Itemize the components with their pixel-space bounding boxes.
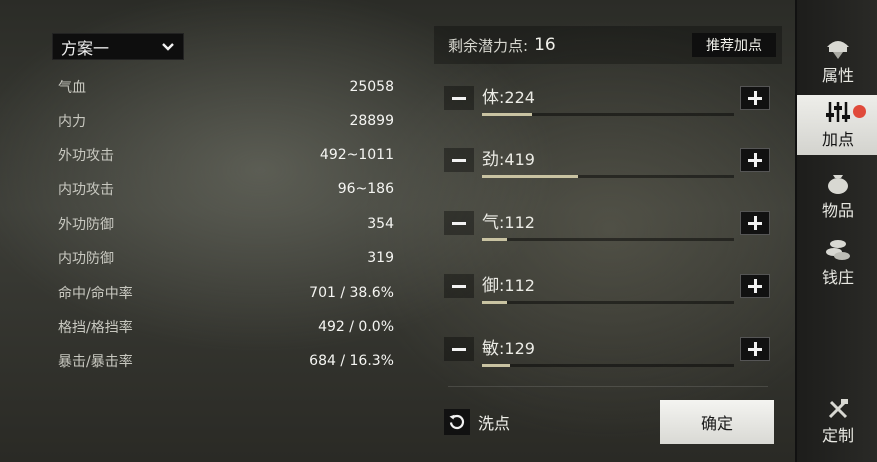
stat-row-int-defense: 内功防御 319 <box>58 246 394 270</box>
sidebar-item-items[interactable]: 物品 <box>797 165 877 225</box>
attribute-value: 112 <box>504 276 535 295</box>
attribute-name: 体 <box>482 88 499 108</box>
stat-value: 96~186 <box>337 181 394 197</box>
attribute-row-jin: 劲:419 <box>444 148 770 188</box>
plus-button[interactable] <box>740 274 770 298</box>
stat-label: 气血 <box>58 80 86 96</box>
attribute-row-ti: 体:224 <box>444 86 770 126</box>
chevron-down-icon <box>162 42 174 51</box>
sidebar-item-customize[interactable]: 定制 <box>797 392 877 452</box>
plus-button[interactable] <box>740 148 770 172</box>
minus-button[interactable] <box>444 337 474 361</box>
stats-panel: 方案一 气血 25058 内力 28899 外功攻击 492~1011 内功攻击… <box>0 0 420 462</box>
plan-dropdown[interactable]: 方案一 <box>52 33 184 60</box>
reset-icon <box>444 409 470 435</box>
attribute-bar <box>482 113 734 116</box>
attribute-value: 419 <box>504 150 535 169</box>
sliders-icon <box>826 102 850 122</box>
minus-button[interactable] <box>444 274 474 298</box>
attribute-value: 224 <box>504 88 535 107</box>
stat-label: 内力 <box>58 114 86 130</box>
tools-icon <box>828 399 848 419</box>
attribute-bar <box>482 175 734 178</box>
plus-button[interactable] <box>740 337 770 361</box>
attribute-bar-fill <box>482 238 508 241</box>
sidebar-item-attributes[interactable]: 属性 <box>797 30 877 90</box>
stat-row-mp: 内力 28899 <box>58 109 394 133</box>
attribute-name: 气 <box>482 213 499 233</box>
minus-button[interactable] <box>444 86 474 110</box>
recommend-button[interactable]: 推荐加点 <box>692 33 776 57</box>
stat-label: 外功攻击 <box>58 148 114 164</box>
sidebar-item-label: 物品 <box>821 201 854 220</box>
stat-label: 内功防御 <box>58 251 114 267</box>
stat-value: 492 / 0.0% <box>318 319 394 335</box>
stat-label: 格挡/格挡率 <box>58 320 133 336</box>
confirm-button[interactable]: 确定 <box>660 400 774 444</box>
attribute-row-yu: 御:112 <box>444 274 770 314</box>
attribute-row-min: 敏:129 <box>444 337 770 377</box>
attribute-bar <box>482 364 734 367</box>
stat-row-hit: 命中/命中率 701 / 38.6% <box>58 281 394 305</box>
stat-value: 684 / 16.3% <box>309 353 394 369</box>
minus-button[interactable] <box>444 211 474 235</box>
stat-row-block: 格挡/格挡率 492 / 0.0% <box>58 315 394 339</box>
stat-row-int-attack: 内功攻击 96~186 <box>58 177 394 201</box>
potential-label: 剩余潜力点: <box>448 36 529 55</box>
attribute-name: 劲 <box>482 150 499 170</box>
stat-value: 492~1011 <box>319 147 394 163</box>
stat-label: 暴击/暴击率 <box>58 354 133 370</box>
attribute-value: 129 <box>504 339 535 358</box>
stat-value: 28899 <box>349 113 394 129</box>
bag-icon <box>828 175 848 194</box>
stat-value: 319 <box>367 250 394 266</box>
stat-value: 701 / 38.6% <box>309 285 394 301</box>
sidebar: 属性 加点 物品 钱庄 定制 <box>795 0 877 462</box>
attribute-name: 御 <box>482 276 499 296</box>
sidebar-item-allocation[interactable]: 加点 <box>797 95 877 155</box>
stat-value: 354 <box>367 216 394 232</box>
plan-dropdown-value: 方案一 <box>61 38 110 58</box>
wash-points-button[interactable]: 洗点 <box>444 409 510 435</box>
potential-value: 16 <box>534 35 556 55</box>
attribute-bar-fill <box>482 301 508 304</box>
attribute-bar <box>482 301 734 304</box>
sidebar-item-bank[interactable]: 钱庄 <box>797 232 877 292</box>
attribute-value: 112 <box>504 213 535 232</box>
minus-button[interactable] <box>444 148 474 172</box>
stat-row-ext-attack: 外功攻击 492~1011 <box>58 143 394 167</box>
stat-label: 命中/命中率 <box>58 286 133 302</box>
stat-label: 内功攻击 <box>58 182 114 198</box>
attribute-name: 敏 <box>482 339 499 359</box>
plus-button[interactable] <box>740 86 770 110</box>
stat-row-ext-defense: 外功防御 354 <box>58 212 394 236</box>
allocation-panel: 剩余潜力点: 16 推荐加点 体:224 劲:419 气:112 御:112 敏… <box>434 26 782 462</box>
attribute-bar-fill <box>482 364 510 367</box>
helmet-icon <box>827 41 849 59</box>
attribute-bar-fill <box>482 113 533 116</box>
notification-badge <box>853 105 866 118</box>
stat-row-hp: 气血 25058 <box>58 75 394 99</box>
potential-bar: 剩余潜力点: 16 推荐加点 <box>434 26 782 64</box>
sidebar-item-label: 钱庄 <box>821 268 854 287</box>
stat-row-crit: 暴击/暴击率 684 / 16.3% <box>58 349 394 373</box>
coins-icon <box>826 240 850 260</box>
attribute-bar-fill <box>482 175 578 178</box>
wash-points-label: 洗点 <box>478 414 511 433</box>
sidebar-item-label: 属性 <box>821 66 854 85</box>
attribute-row-qi: 气:112 <box>444 211 770 251</box>
sidebar-item-label: 定制 <box>821 426 854 445</box>
stat-label: 外功防御 <box>58 217 114 233</box>
plus-button[interactable] <box>740 211 770 235</box>
attribute-bar <box>482 238 734 241</box>
sidebar-item-label: 加点 <box>821 130 854 149</box>
stat-value: 25058 <box>349 79 394 95</box>
divider <box>448 386 768 387</box>
